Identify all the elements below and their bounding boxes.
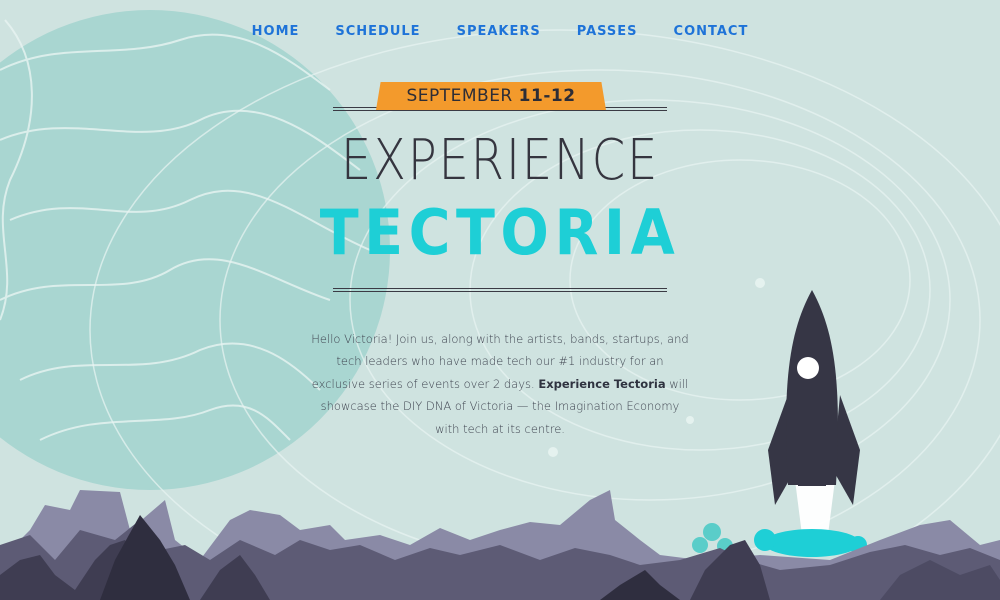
rocket-icon (692, 290, 867, 557)
date-banner-block: SEPTEMBER 11-12 (333, 82, 667, 112)
nav-home-link[interactable]: HOME (252, 24, 300, 39)
date-days: 11-12 (518, 86, 576, 106)
hero-title-line2: TECTORIA (319, 196, 681, 269)
date-month: SEPTEMBER (406, 86, 513, 106)
date-banner: SEPTEMBER 11-12 (376, 82, 606, 110)
main-navigation: HOME SCHEDULE SPEAKERS PASSES CONTACT (0, 24, 1000, 39)
nav-contact-link[interactable]: CONTACT (674, 24, 749, 39)
divider-line (333, 110, 667, 111)
title-divider (333, 288, 667, 294)
nav-passes-link[interactable]: PASSES (577, 24, 638, 39)
intro-text-bold: Experience Tectoria (538, 376, 666, 391)
nav-schedule-link[interactable]: SCHEDULE (335, 24, 420, 39)
nav-speakers-link[interactable]: SPEAKERS (457, 24, 541, 39)
hero-intro-text: Hello Victoria! Join us, along with the … (310, 328, 690, 441)
hero-title-line1: EXPERIENCE (340, 128, 660, 193)
